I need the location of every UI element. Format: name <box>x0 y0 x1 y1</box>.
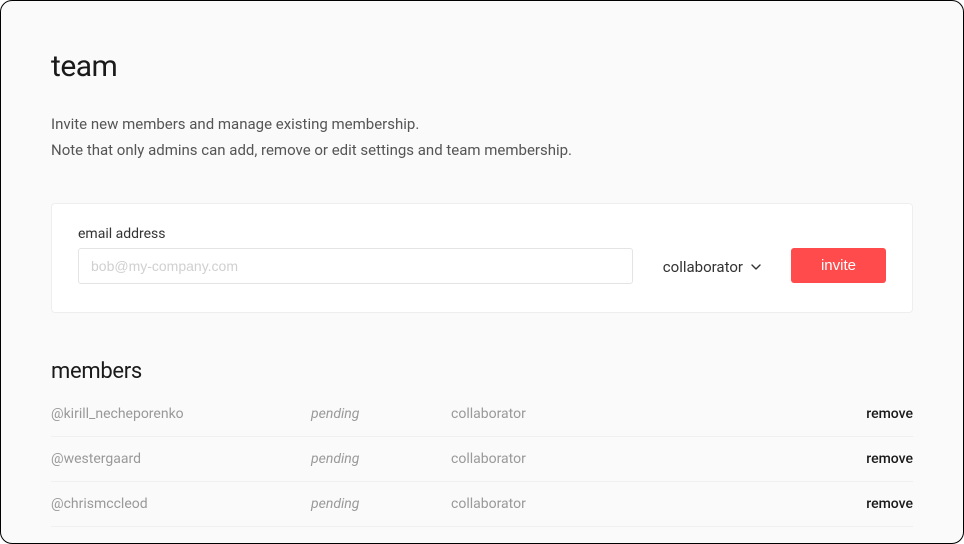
email-field-group: email address <box>78 226 633 284</box>
invite-card: email address collaborator invite <box>51 203 913 313</box>
member-role: collaborator <box>451 406 651 422</box>
role-select[interactable]: collaborator <box>663 258 761 284</box>
member-handle: @kirill_necheporenko <box>51 406 311 422</box>
email-input[interactable] <box>78 248 633 284</box>
member-handle: @westergaard <box>51 451 311 467</box>
members-list: @kirill_necheporenko pending collaborato… <box>51 406 913 527</box>
member-status: pending <box>311 406 451 422</box>
remove-button[interactable]: remove <box>866 451 913 467</box>
page-title: team <box>51 49 913 84</box>
remove-button[interactable]: remove <box>866 406 913 422</box>
member-status: pending <box>311 496 451 512</box>
member-role: collaborator <box>451 451 651 467</box>
members-title: members <box>51 359 913 384</box>
description-line-2: Note that only admins can add, remove or… <box>51 138 913 164</box>
remove-button[interactable]: remove <box>866 496 913 512</box>
email-label: email address <box>78 226 633 242</box>
member-row: @kirill_necheporenko pending collaborato… <box>51 406 913 437</box>
role-selected-label: collaborator <box>663 258 743 276</box>
member-handle: @chrismccleod <box>51 496 311 512</box>
member-role: collaborator <box>451 496 651 512</box>
description-line-1: Invite new members and manage existing m… <box>51 112 913 138</box>
page-description: Invite new members and manage existing m… <box>51 112 913 163</box>
invite-button[interactable]: invite <box>791 248 886 283</box>
member-status: pending <box>311 451 451 467</box>
chevron-down-icon <box>751 264 761 270</box>
member-row: @westergaard pending collaborator remove <box>51 437 913 482</box>
member-row: @chrismccleod pending collaborator remov… <box>51 482 913 527</box>
